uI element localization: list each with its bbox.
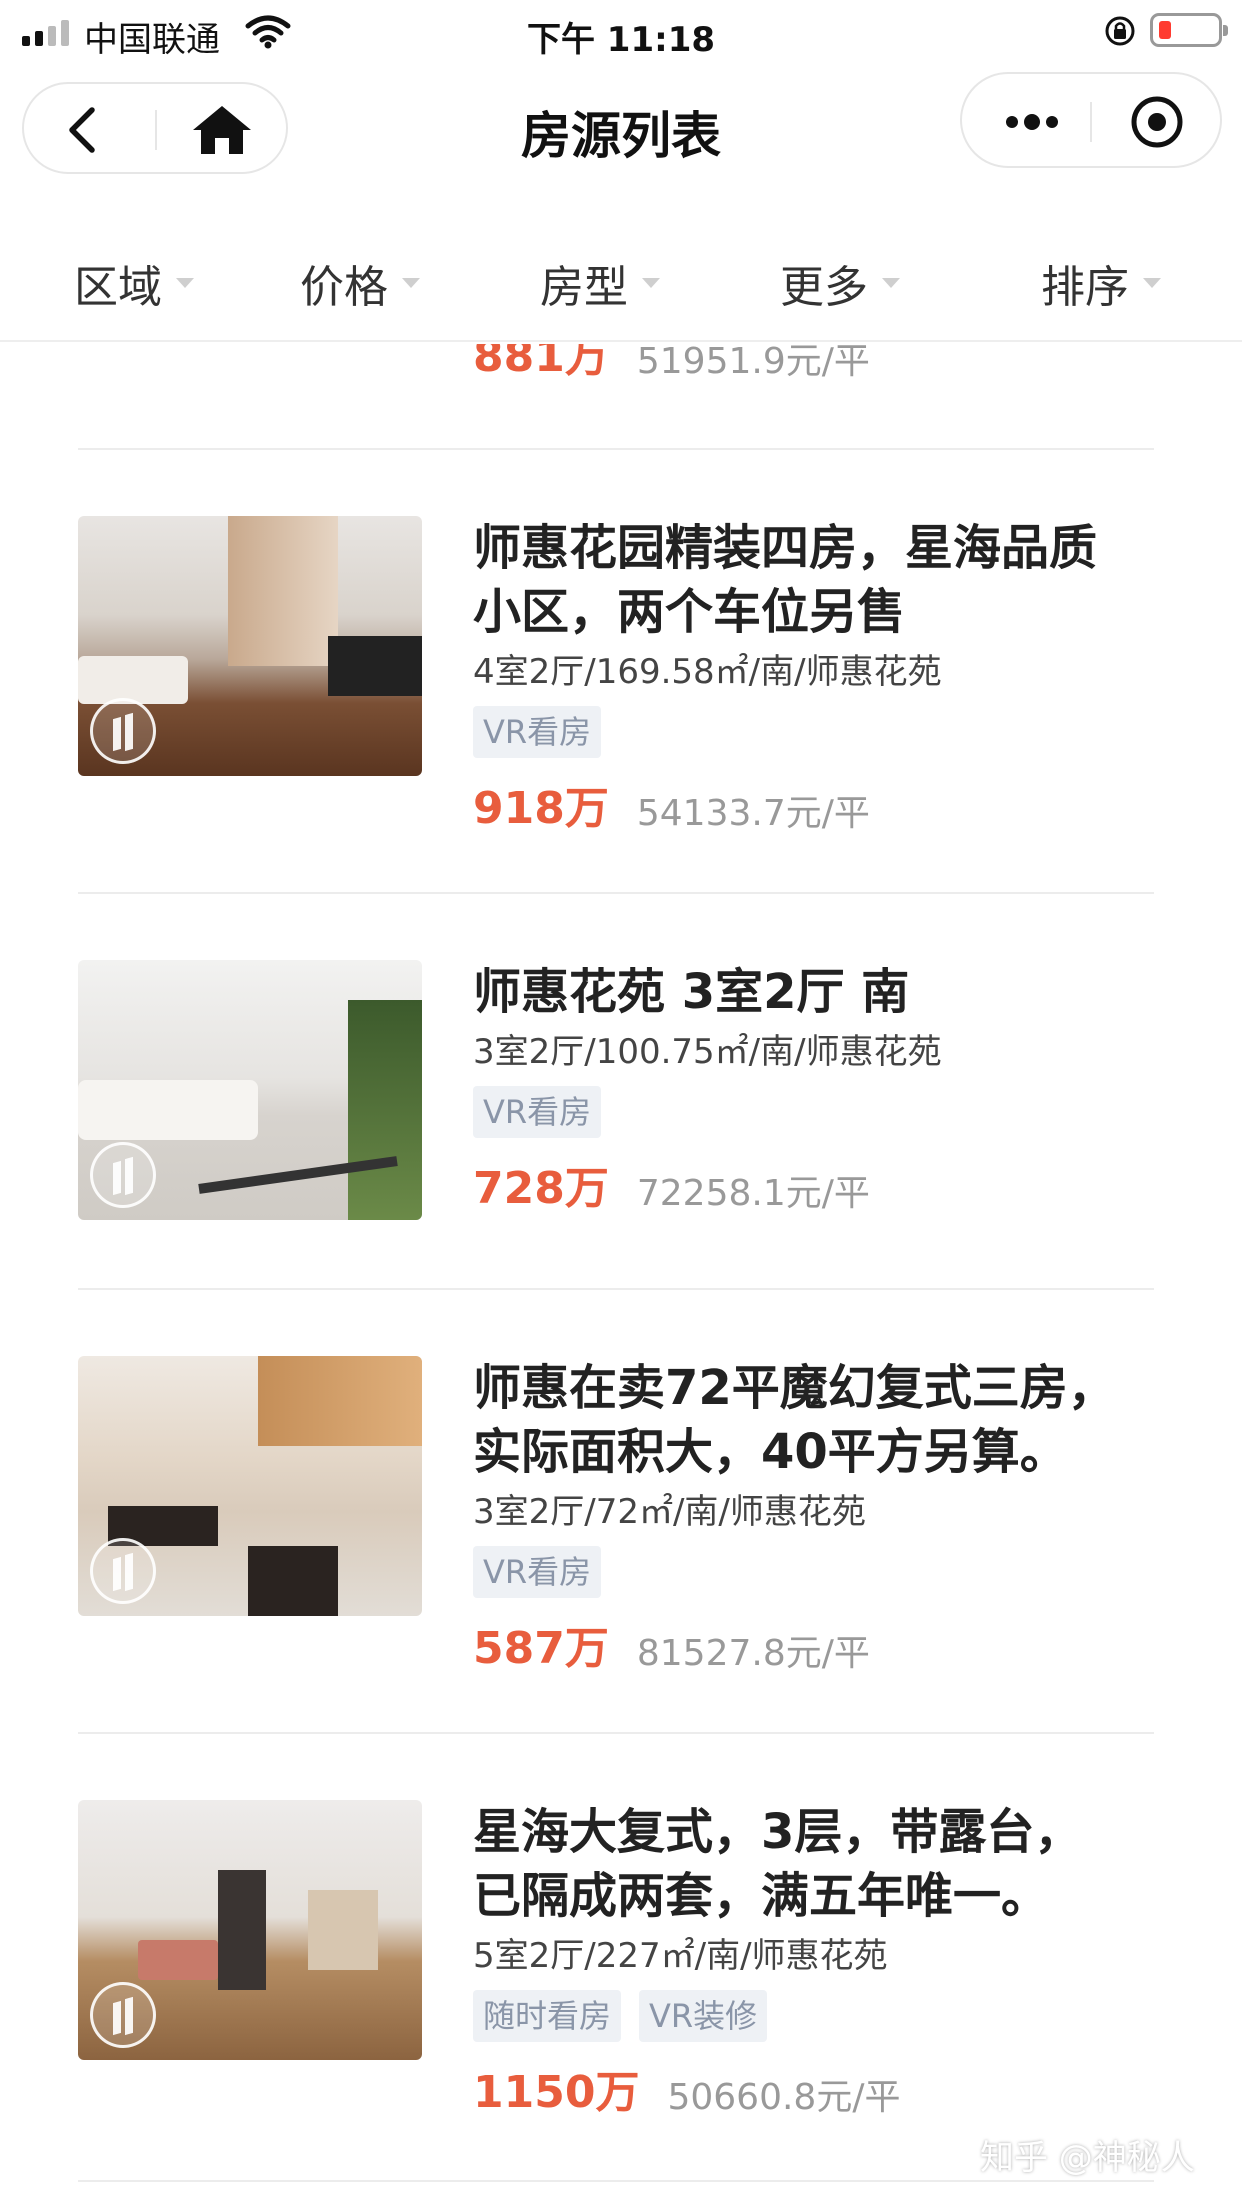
filter-label: 价格	[300, 262, 388, 313]
watermark: 知乎 @神秘人	[980, 2138, 1195, 2178]
filter-sort[interactable]: 排序	[960, 226, 1242, 340]
divider	[78, 892, 1154, 894]
tag-visit-anytime: 随时看房	[473, 1990, 622, 2042]
listing-title: 星海大复式，3层，带露台，	[473, 1804, 1083, 1860]
vr-badge-icon	[90, 1982, 156, 2048]
nav-bar: 房源列表	[0, 62, 1242, 190]
price: 587万	[473, 1623, 609, 1674]
partial-listing-price[interactable]: 881万 51951.9元/平	[473, 344, 870, 384]
unit-price: 54133.7元/平	[636, 793, 870, 834]
listing-title: 师惠花苑 3室2厅 南	[473, 964, 910, 1020]
caret-down-icon	[402, 278, 420, 288]
listing-info: 师惠在卖72平魔幻复式三房， 实际面积大，40平方另算。 3室2厅/72㎡/南/…	[473, 1356, 1173, 1676]
more-dots-icon	[1006, 114, 1058, 130]
tag-list: VR看房	[473, 1546, 1173, 1598]
filter-label: 排序	[1041, 262, 1129, 313]
tag-vr-decor: VR装修	[639, 1990, 768, 2042]
listing-thumbnail[interactable]	[78, 960, 422, 1220]
tag-vr: VR看房	[473, 1086, 602, 1138]
divider	[78, 1288, 1154, 1290]
tag-list: VR看房	[473, 1086, 1173, 1138]
listing-meta: 4室2厅/169.58㎡/南/师惠花苑	[473, 652, 942, 692]
price: 881万	[473, 344, 609, 382]
clock: 下午 11:18	[526, 20, 716, 60]
listing-info: 师惠花园精装四房，星海品质 小区，两个车位另售 4室2厅/169.58㎡/南/师…	[473, 516, 1173, 836]
caret-down-icon	[642, 278, 660, 288]
filter-label: 区域	[74, 262, 162, 313]
unit-price: 50660.8元/平	[667, 2077, 901, 2118]
nav-capsule-right	[960, 72, 1222, 168]
unit-price: 81527.8元/平	[636, 1633, 870, 1674]
filter-more[interactable]: 更多	[720, 226, 960, 340]
listing-thumbnail[interactable]	[78, 516, 422, 776]
close-miniprogram-button[interactable]	[1122, 92, 1192, 152]
listing-info: 师惠花苑 3室2厅 南 3室2厅/100.75㎡/南/师惠花苑 VR看房 728…	[473, 960, 1173, 1216]
listing-meta: 5室2厅/227㎡/南/师惠花苑	[473, 1936, 888, 1976]
listing-title: 师惠在卖72平魔幻复式三房，	[473, 1360, 1116, 1416]
listing-meta: 3室2厅/100.75㎡/南/师惠花苑	[473, 1032, 942, 1072]
caret-down-icon	[882, 278, 900, 288]
caret-down-icon	[1143, 278, 1161, 288]
filter-label: 房型	[540, 262, 628, 313]
status-bar: 中国联通 下午 11:18	[0, 0, 1242, 62]
listing-title-line2: 小区，两个车位另售	[473, 584, 906, 640]
target-circle-icon	[1131, 96, 1183, 148]
price-row: 728万 72258.1元/平	[473, 1152, 1173, 1216]
divider	[78, 448, 1154, 450]
listing-title-line2: 已隔成两套，满五年唯一。	[473, 1868, 1050, 1924]
price-row: 918万 54133.7元/平	[473, 772, 1173, 836]
divider	[78, 2180, 1154, 2182]
tag-list: 随时看房 VR装修	[473, 1990, 1173, 2042]
price: 918万	[473, 783, 609, 834]
filter-bar: 区域 价格 房型 更多 排序	[0, 226, 1242, 342]
listing-list: 881万 51951.9元/平 师惠花园精装四房，星海品质 小区，两个车位另售 …	[0, 344, 1242, 2208]
price-row: 1150万 50660.8元/平	[473, 2056, 1173, 2120]
filter-layout[interactable]: 房型	[480, 226, 720, 340]
listing-title: 师惠花园精装四房，星海品质	[473, 520, 1098, 576]
caret-down-icon	[176, 278, 194, 288]
listing-title-line2: 实际面积大，40平方另算。	[473, 1424, 1068, 1480]
rotation-lock-icon	[1105, 16, 1135, 46]
filter-area[interactable]: 区域	[0, 226, 240, 340]
divider	[78, 1732, 1154, 1734]
unit-price: 51951.9元/平	[636, 344, 870, 382]
price: 728万	[473, 1163, 609, 1214]
vr-badge-icon	[90, 1538, 156, 1604]
battery-icon	[1150, 13, 1228, 47]
unit-price: 72258.1元/平	[636, 1173, 870, 1214]
listing-thumbnail[interactable]	[78, 1800, 422, 2060]
listing-info: 星海大复式，3层，带露台， 已隔成两套，满五年唯一。 5室2厅/227㎡/南/师…	[473, 1800, 1173, 2120]
listing-meta: 3室2厅/72㎡/南/师惠花苑	[473, 1492, 866, 1532]
price-row: 587万 81527.8元/平	[473, 1612, 1173, 1676]
vr-badge-icon	[90, 1142, 156, 1208]
filter-price[interactable]: 价格	[240, 226, 480, 340]
tag-list: VR看房	[473, 706, 1173, 758]
tag-vr: VR看房	[473, 1546, 602, 1598]
more-button[interactable]	[992, 94, 1072, 150]
price: 1150万	[473, 2067, 640, 2118]
vr-badge-icon	[90, 698, 156, 764]
tag-vr: VR看房	[473, 706, 602, 758]
listing-thumbnail[interactable]	[78, 1356, 422, 1616]
filter-label: 更多	[780, 262, 868, 313]
